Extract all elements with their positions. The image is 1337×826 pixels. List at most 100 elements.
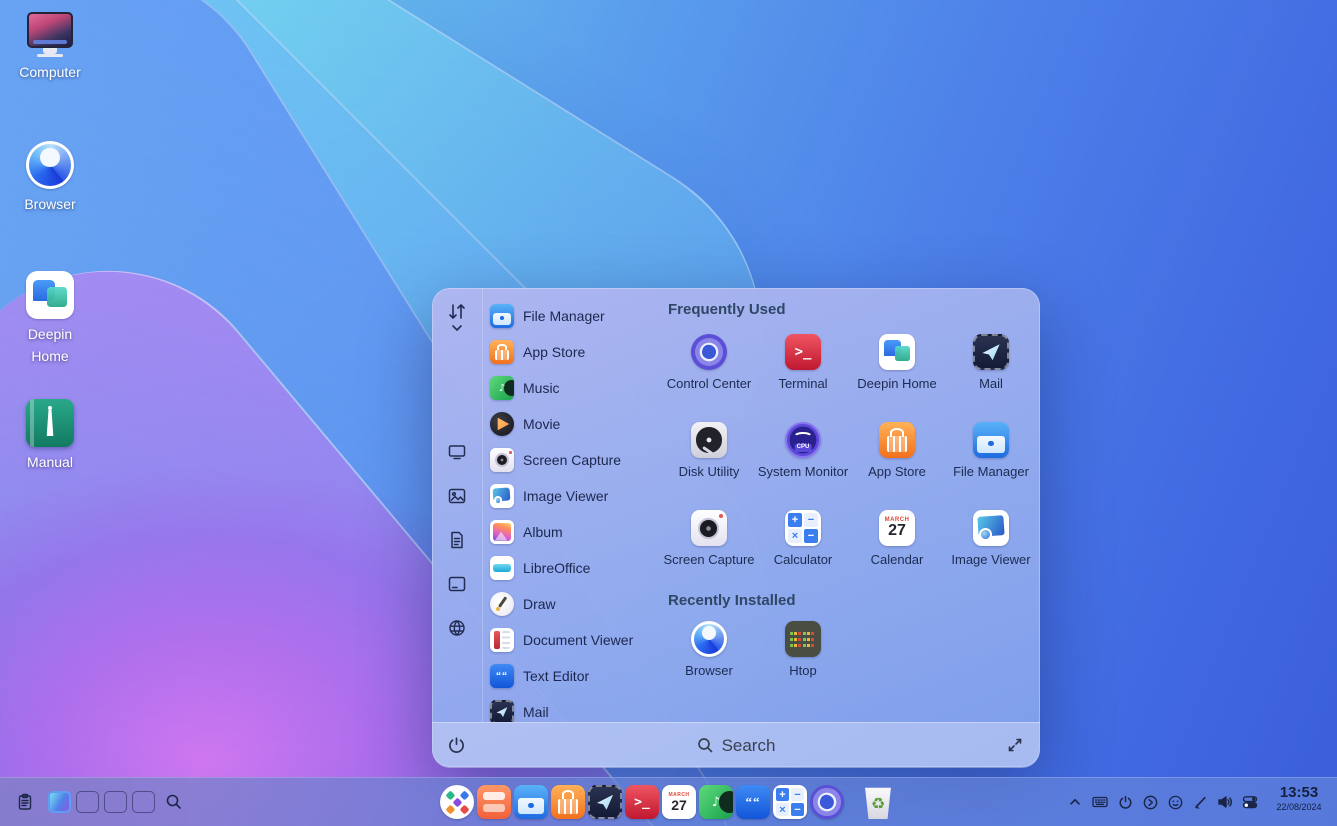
grid-app-image-viewer[interactable]: Image Viewer <box>944 510 1038 568</box>
search-icon[interactable] <box>165 793 183 811</box>
grid-app-calculator[interactable]: Calculator <box>756 510 850 568</box>
system-monitor-icon: CPU <box>785 422 821 458</box>
app-list-item-file-manager[interactable]: File Manager <box>488 298 664 334</box>
app-list-item-text-editor[interactable]: ““ Text Editor <box>488 658 664 694</box>
image-viewer-icon <box>490 484 514 508</box>
workspace-preview-3[interactable] <box>104 791 127 813</box>
libreoffice-icon <box>490 556 514 580</box>
grid-app-app-store[interactable]: App Store <box>850 422 944 480</box>
launcher-category-rail <box>432 288 483 722</box>
app-label: Disk Utility <box>679 464 740 480</box>
section-title-recently-installed: Recently Installed <box>668 592 796 609</box>
grid-app-system-monitor[interactable]: CPU System Monitor <box>756 422 850 480</box>
app-label: System Monitor <box>758 464 848 480</box>
album-icon <box>490 520 514 544</box>
app-label: App Store <box>523 344 585 360</box>
app-label: Browser <box>685 663 733 679</box>
app-list-item-document-viewer[interactable]: Document Viewer <box>488 622 664 658</box>
toggles-icon[interactable] <box>1241 793 1259 811</box>
app-list-item-album[interactable]: Album <box>488 514 664 550</box>
grid-app-control-center[interactable]: Control Center <box>662 334 756 392</box>
grid-app-mail[interactable]: Mail <box>944 334 1038 392</box>
taskbar: >_ MARCH27 ♪ ““ ♻ <box>0 777 1337 826</box>
document-viewer-icon <box>490 628 514 652</box>
launcher-icon[interactable] <box>440 785 474 819</box>
app-label: File Manager <box>953 464 1029 480</box>
file-manager-icon <box>490 304 514 328</box>
sort-arrows-icon[interactable] <box>444 300 470 334</box>
app-label: Draw <box>523 596 556 612</box>
control-center-icon[interactable] <box>810 785 844 819</box>
draw-icon <box>490 592 514 616</box>
calculator-icon[interactable] <box>773 785 807 819</box>
chevron-up-icon[interactable] <box>1066 793 1084 811</box>
music-icon[interactable]: ♪ <box>699 785 733 819</box>
screen-capture-icon <box>490 448 514 472</box>
workspace-preview-4[interactable] <box>132 791 155 813</box>
app-store-icon[interactable] <box>551 785 585 819</box>
app-label: File Manager <box>523 308 605 324</box>
app-label: Calendar <box>871 552 924 568</box>
taskbar-clock[interactable]: 13:53 22/08/2024 <box>1268 784 1330 813</box>
grid-app-disk-utility[interactable]: Disk Utility <box>662 422 756 480</box>
dock-app-icons: >_ MARCH27 ♪ ““ <box>440 785 844 819</box>
grid-app-file-manager[interactable]: File Manager <box>944 422 1038 480</box>
grid-app-deepin-home[interactable]: Deepin Home <box>850 334 944 392</box>
power-icon[interactable] <box>1116 793 1134 811</box>
app-label: Mail <box>979 376 1003 392</box>
mail-icon[interactable] <box>588 785 622 819</box>
category-terminal-icon[interactable] <box>444 571 470 597</box>
text-editor-icon[interactable]: ““ <box>736 785 770 819</box>
desktop-icon-deepin-home[interactable]: Deepin Home <box>14 271 86 367</box>
grid-app-screen-capture[interactable]: Screen Capture <box>662 510 756 568</box>
workspace-preview-2[interactable] <box>76 791 99 813</box>
app-list-item-mail[interactable]: Mail <box>488 694 664 722</box>
app-list-item-movie[interactable]: Movie <box>488 406 664 442</box>
launcher-bottom-bar: Search <box>432 722 1040 768</box>
grid-app-terminal[interactable]: >_ Terminal <box>756 334 850 392</box>
app-label: Image Viewer <box>523 488 608 504</box>
category-graphics-icon[interactable] <box>444 483 470 509</box>
grid-app-calendar[interactable]: MARCH 27 Calendar <box>850 510 944 568</box>
app-list-item-app-store[interactable]: App Store <box>488 334 664 370</box>
category-documents-icon[interactable] <box>444 527 470 553</box>
desktop-icon-browser[interactable]: Browser <box>14 141 86 216</box>
pen-icon[interactable] <box>1191 793 1209 811</box>
terminal-icon[interactable]: >_ <box>625 785 659 819</box>
workspace-preview-1[interactable] <box>48 791 71 813</box>
app-label: Deepin Home <box>857 376 937 392</box>
chevron-right-circle-icon[interactable] <box>1141 793 1159 811</box>
file-manager-icon[interactable] <box>514 785 548 819</box>
system-tray <box>1066 778 1259 826</box>
trash-icon[interactable]: ♻ <box>861 786 895 820</box>
app-label: Document Viewer <box>523 632 633 648</box>
app-store-icon <box>490 340 514 364</box>
multitasking-view-icon[interactable] <box>16 793 34 811</box>
app-list-item-draw[interactable]: Draw <box>488 586 664 622</box>
app-label: Screen Capture <box>523 452 621 468</box>
app-grid-icon[interactable] <box>477 785 511 819</box>
grid-app-browser[interactable]: Browser <box>662 621 756 679</box>
taskbar-left-group <box>16 778 183 826</box>
calendar-icon[interactable]: MARCH27 <box>662 785 696 819</box>
desktop-icon-computer[interactable]: Computer <box>14 12 86 83</box>
app-launcher-panel: File Manager App Store ♪ Music Movie Scr… <box>432 288 1040 767</box>
fullscreen-expand-icon[interactable] <box>1006 736 1024 754</box>
grid-app-htop[interactable]: Htop <box>756 621 850 679</box>
clock-time: 13:53 <box>1268 784 1330 802</box>
app-list-item-screen-capture[interactable]: Screen Capture <box>488 442 664 478</box>
volume-icon[interactable] <box>1216 793 1234 811</box>
app-label: Terminal <box>778 376 827 392</box>
app-list-item-image-viewer[interactable]: Image Viewer <box>488 478 664 514</box>
app-list-item-music[interactable]: ♪ Music <box>488 370 664 406</box>
desktop-icon-manual[interactable]: Manual <box>14 399 86 474</box>
keyboard-icon[interactable] <box>1091 793 1109 811</box>
search-input[interactable]: Search <box>432 723 1040 768</box>
category-display-icon[interactable] <box>444 439 470 465</box>
file-manager-icon <box>973 422 1009 458</box>
assistant-icon[interactable] <box>1166 793 1184 811</box>
category-others-icon[interactable] <box>444 615 470 641</box>
deepin-home-icon <box>26 271 74 319</box>
app-list-item-libreoffice[interactable]: LibreOffice <box>488 550 664 586</box>
mail-icon <box>973 334 1009 370</box>
